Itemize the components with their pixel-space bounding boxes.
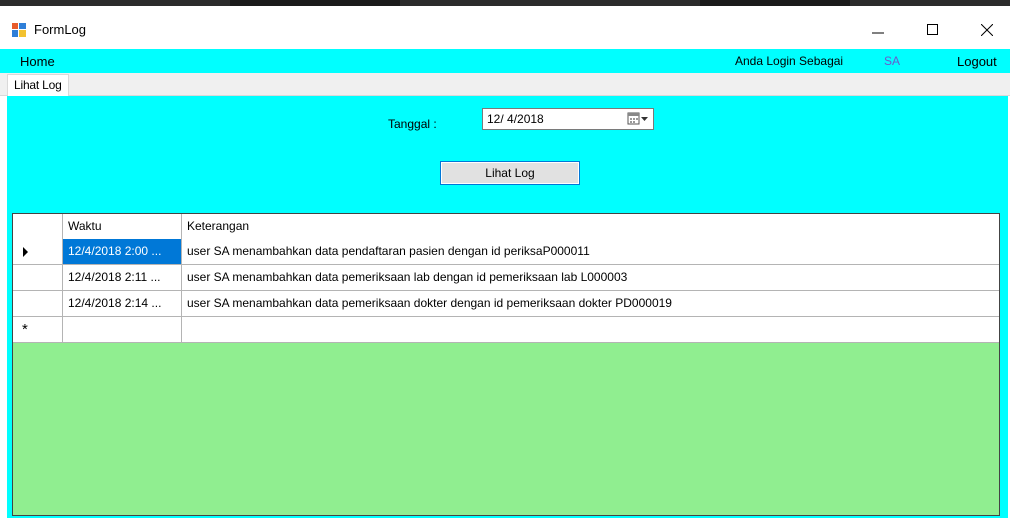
minimize-button[interactable] <box>855 12 901 48</box>
form-app-icon <box>12 23 26 37</box>
tanggal-label: Tanggal : <box>388 117 437 131</box>
screen-top-edge <box>0 0 1010 6</box>
close-icon <box>981 24 993 36</box>
cell-keterangan[interactable]: user SA menambahkan data pemeriksaan dok… <box>182 291 999 317</box>
column-header-keterangan[interactable]: Keterangan <box>182 214 999 240</box>
calendar-dropdown-icon[interactable] <box>627 112 649 126</box>
cell-keterangan[interactable]: user SA menambahkan data pendaftaran pas… <box>182 239 999 265</box>
row-header-corner[interactable] <box>13 214 63 240</box>
minimize-icon <box>872 32 884 34</box>
table-row[interactable]: 12/4/2018 2:14 ... user SA menambahkan d… <box>13 291 999 317</box>
cell-waktu[interactable]: 12/4/2018 2:00 ... <box>63 239 182 265</box>
screen-edge-segment <box>700 0 850 6</box>
menu-home[interactable]: Home <box>20 54 55 69</box>
tab-lihat-log[interactable]: Lihat Log <box>7 74 69 96</box>
maximize-icon <box>927 24 938 35</box>
login-username: SA <box>884 54 901 68</box>
title-bar[interactable]: FormLog <box>0 12 1010 48</box>
new-row-marker: * <box>22 321 28 338</box>
menu-bar: Home Anda Login Sebagai SA Logout <box>0 49 1010 73</box>
tanggal-date-picker[interactable]: 12/ 4/2018 <box>482 108 654 130</box>
menu-logout[interactable]: Logout <box>957 54 997 69</box>
row-header[interactable]: * <box>13 317 63 343</box>
log-data-grid[interactable]: Waktu Keterangan 12/4/2018 2:00 ... user… <box>12 213 1000 516</box>
new-row[interactable]: * <box>13 317 999 343</box>
grid-header-row: Waktu Keterangan <box>13 214 999 240</box>
cell-waktu-new[interactable] <box>63 317 182 343</box>
cell-keterangan[interactable]: user SA menambahkan data pemeriksaan lab… <box>182 265 999 291</box>
table-row[interactable]: 12/4/2018 2:11 ... user SA menambahkan d… <box>13 265 999 291</box>
login-label: Anda Login Sebagai <box>735 54 844 68</box>
cell-keterangan-new[interactable] <box>182 317 999 343</box>
row-pointer-icon <box>23 247 28 257</box>
window-title: FormLog <box>34 22 87 37</box>
row-header[interactable] <box>13 291 63 317</box>
close-button[interactable] <box>964 12 1010 48</box>
row-header[interactable] <box>13 239 63 265</box>
table-row[interactable]: 12/4/2018 2:00 ... user SA menambahkan d… <box>13 239 999 265</box>
row-header[interactable] <box>13 265 63 291</box>
screen-edge-segment <box>230 0 400 6</box>
tanggal-value: 12/ 4/2018 <box>487 112 544 126</box>
tab-strip: Lihat Log <box>0 73 1010 96</box>
maximize-button[interactable] <box>910 12 956 48</box>
tab-content-panel: Tanggal : 12/ 4/2018 Lihat Log Waktu Ket… <box>7 96 1008 518</box>
cell-waktu[interactable]: 12/4/2018 2:11 ... <box>63 265 182 291</box>
lihat-log-button[interactable]: Lihat Log <box>440 161 580 185</box>
column-header-waktu[interactable]: Waktu <box>63 214 182 240</box>
cell-waktu[interactable]: 12/4/2018 2:14 ... <box>63 291 182 317</box>
